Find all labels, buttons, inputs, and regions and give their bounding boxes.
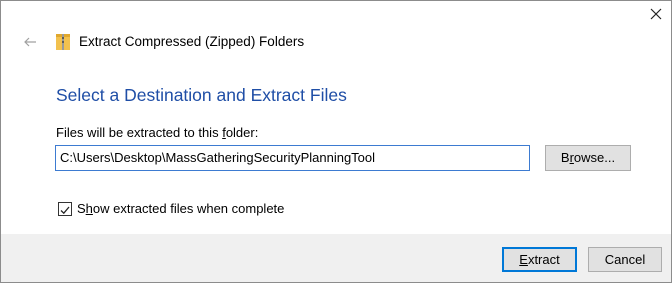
- back-arrow-icon[interactable]: [23, 35, 37, 49]
- browse-button[interactable]: Browse...: [545, 145, 631, 171]
- dialog-footer: Extract Cancel: [1, 234, 671, 282]
- extract-dialog: Extract Compressed (Zipped) Folders Sele…: [0, 0, 672, 283]
- page-heading: Select a Destination and Extract Files: [56, 85, 347, 105]
- show-files-label[interactable]: Show extracted files when complete: [77, 201, 284, 216]
- destination-label: Files will be extracted to this folder:: [56, 125, 259, 140]
- checkmark-icon: [60, 206, 70, 215]
- show-files-checkbox[interactable]: [58, 202, 72, 216]
- window-title: Extract Compressed (Zipped) Folders: [79, 34, 305, 49]
- close-icon[interactable]: [647, 5, 665, 23]
- zipped-folder-icon: [56, 34, 70, 50]
- destination-path-input[interactable]: C:\Users\Desktop\MassGatheringSecurityPl…: [55, 145, 530, 171]
- extract-button[interactable]: Extract: [502, 247, 577, 272]
- cancel-button[interactable]: Cancel: [588, 247, 662, 272]
